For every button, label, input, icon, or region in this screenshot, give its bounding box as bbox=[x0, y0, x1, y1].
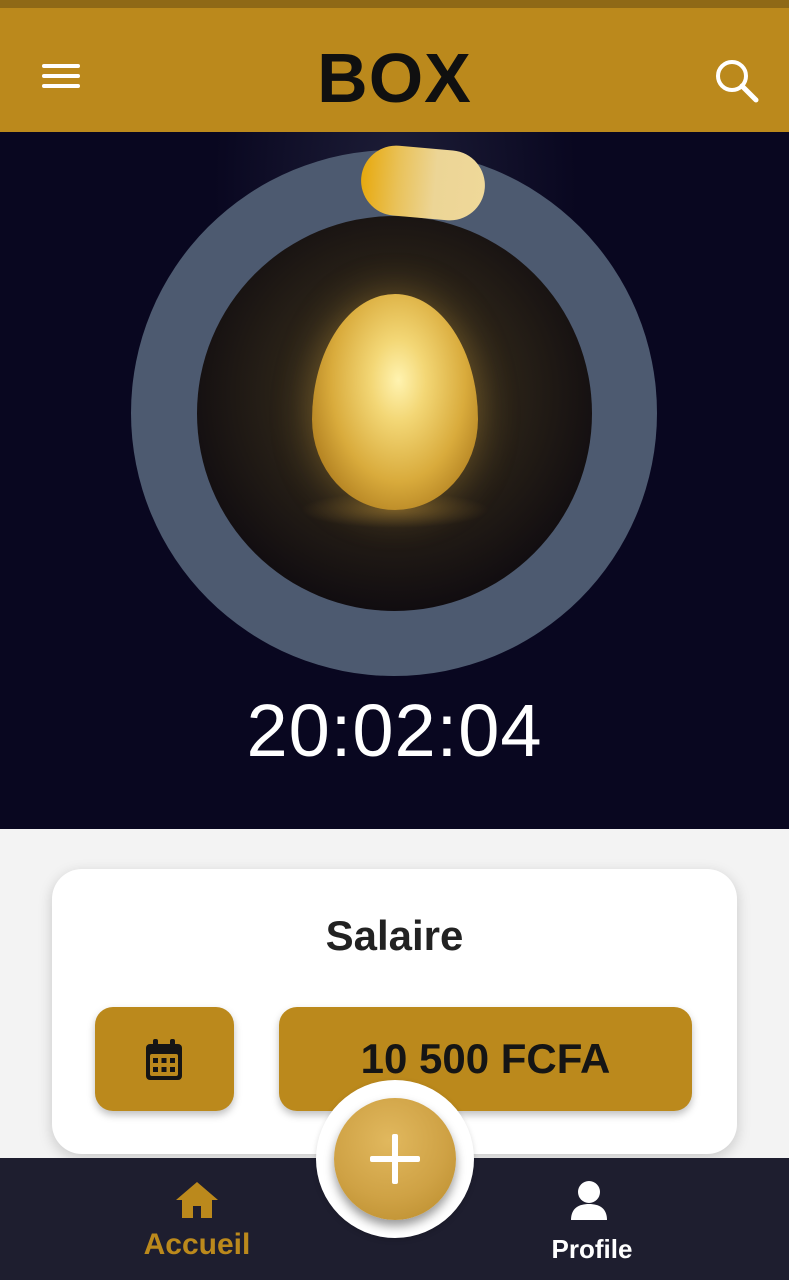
user-icon bbox=[571, 1181, 607, 1220]
nav-item-accueil[interactable]: Accueil bbox=[97, 1158, 297, 1280]
plus-icon bbox=[370, 1134, 420, 1184]
search-icon[interactable] bbox=[712, 56, 762, 106]
app-title: BOX bbox=[317, 39, 472, 117]
calendar-icon bbox=[146, 1039, 182, 1080]
timer-hero: 20:02:04 bbox=[0, 132, 789, 829]
nav-item-profile[interactable]: Profile bbox=[492, 1158, 692, 1280]
add-button[interactable] bbox=[334, 1098, 456, 1220]
home-icon bbox=[176, 1182, 218, 1218]
top-app-bar: BOX bbox=[0, 0, 789, 132]
countdown-timer: 20:02:04 bbox=[246, 689, 543, 772]
calendar-button[interactable] bbox=[95, 1007, 234, 1111]
nav-label-profile: Profile bbox=[551, 1234, 633, 1264]
salary-amount-button[interactable]: 10 500 FCFA bbox=[279, 1007, 692, 1111]
nav-label-accueil: Accueil bbox=[143, 1228, 251, 1261]
salary-title: Salaire bbox=[325, 912, 464, 959]
